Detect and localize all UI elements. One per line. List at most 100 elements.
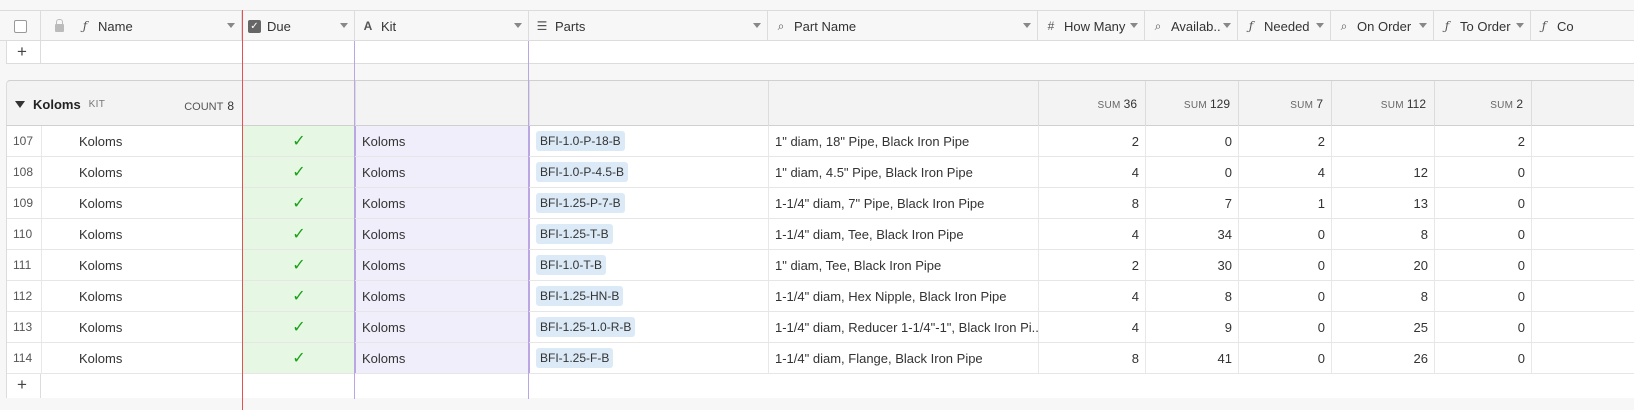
cell-parts[interactable]: BFI-1.25-F-B <box>530 343 769 373</box>
cell-due[interactable]: ✓ <box>243 281 356 311</box>
table-row[interactable]: 112 Koloms ✓ Koloms BFI-1.25-HN-B 1-1/4" diam… <box>7 281 1634 312</box>
cell-due[interactable]: ✓ <box>243 188 356 218</box>
cell-to-order[interactable]: 0 <box>1435 312 1532 342</box>
checkmark-icon[interactable]: ✓ <box>292 317 305 337</box>
chevron-down-icon[interactable] <box>1023 23 1031 28</box>
checkmark-icon[interactable]: ✓ <box>292 193 305 213</box>
chevron-down-icon[interactable] <box>514 23 522 28</box>
column-header-to-order[interactable]: ƒ To Order <box>1434 11 1531 41</box>
cell-available[interactable]: 9 <box>1146 312 1239 342</box>
column-header-kit[interactable]: A Kit <box>355 11 529 41</box>
cell-how-many[interactable]: 2 <box>1039 250 1146 280</box>
column-header-name[interactable]: ƒ Name <box>41 11 242 41</box>
cell-available[interactable]: 41 <box>1146 343 1239 373</box>
cell-name[interactable]: Koloms <box>42 157 243 187</box>
select-all-cell[interactable] <box>0 11 41 41</box>
cell-to-order[interactable]: 0 <box>1435 219 1532 249</box>
cell-due[interactable]: ✓ <box>243 312 356 342</box>
cell-more[interactable] <box>1532 343 1634 373</box>
chevron-down-icon[interactable] <box>753 23 761 28</box>
cell-more[interactable] <box>1532 281 1634 311</box>
linked-record-chip[interactable]: BFI-1.25-F-B <box>536 348 614 368</box>
column-header-available[interactable]: ⌕ Availab.. <box>1145 11 1238 41</box>
table-row[interactable]: 109 Koloms ✓ Koloms BFI-1.25-P-7-B 1-1/4" dia… <box>7 188 1634 219</box>
checkmark-icon[interactable]: ✓ <box>292 255 305 275</box>
cell-parts[interactable]: BFI-1.25-T-B <box>530 219 769 249</box>
cell-due[interactable]: ✓ <box>243 343 356 373</box>
cell-name[interactable]: Koloms <box>42 312 243 342</box>
cell-available[interactable]: 8 <box>1146 281 1239 311</box>
cell-available[interactable]: 0 <box>1146 157 1239 187</box>
plus-icon[interactable]: + <box>17 42 27 62</box>
cell-part-name[interactable]: 1" diam, 18" Pipe, Black Iron Pipe <box>769 126 1039 156</box>
cell-parts[interactable]: BFI-1.25-HN-B <box>530 281 769 311</box>
chevron-down-icon[interactable] <box>1419 23 1427 28</box>
cell-to-order[interactable]: 2 <box>1435 126 1532 156</box>
cell-available[interactable]: 30 <box>1146 250 1239 280</box>
cell-how-many[interactable]: 8 <box>1039 188 1146 218</box>
cell-how-many[interactable]: 4 <box>1039 157 1146 187</box>
cell-name[interactable]: Koloms <box>42 126 243 156</box>
cell-part-name[interactable]: 1-1/4" diam, Tee, Black Iron Pipe <box>769 219 1039 249</box>
cell-to-order[interactable]: 0 <box>1435 157 1532 187</box>
cell-name[interactable]: Koloms <box>42 188 243 218</box>
chevron-down-icon[interactable] <box>1516 23 1524 28</box>
table-row[interactable]: 111 Koloms ✓ Koloms BFI-1.0-T-B 1" diam, Tee,… <box>7 250 1634 281</box>
linked-record-chip[interactable]: BFI-1.0-P-4.5-B <box>536 162 629 182</box>
select-all-checkbox[interactable] <box>13 19 27 33</box>
frozen-column-divider[interactable] <box>242 10 243 410</box>
chevron-down-icon[interactable] <box>1130 23 1138 28</box>
cell-due[interactable]: ✓ <box>243 157 356 187</box>
cell-kit[interactable]: Koloms <box>356 219 530 249</box>
cell-needed[interactable]: 4 <box>1239 157 1332 187</box>
cell-more[interactable] <box>1532 250 1634 280</box>
table-row[interactable]: 110 Koloms ✓ Koloms BFI-1.25-T-B 1-1/4" diam,… <box>7 219 1634 250</box>
cell-to-order[interactable]: 0 <box>1435 343 1532 373</box>
chevron-down-icon[interactable] <box>1223 23 1231 28</box>
cell-on-order[interactable] <box>1332 126 1435 156</box>
table-row[interactable]: 108 Koloms ✓ Koloms BFI-1.0-P-4.5-B 1" diam, … <box>7 157 1634 188</box>
cell-available[interactable]: 7 <box>1146 188 1239 218</box>
column-header-parts[interactable]: ☰ Parts <box>529 11 768 41</box>
cell-kit[interactable]: Koloms <box>356 157 530 187</box>
cell-more[interactable] <box>1532 312 1634 342</box>
linked-record-chip[interactable]: BFI-1.25-T-B <box>536 224 613 244</box>
checkmark-icon[interactable]: ✓ <box>292 224 305 244</box>
cell-needed[interactable]: 0 <box>1239 281 1332 311</box>
cell-part-name[interactable]: 1-1/4" diam, Flange, Black Iron Pipe <box>769 343 1039 373</box>
linked-record-chip[interactable]: BFI-1.0-P-18-B <box>536 131 625 151</box>
table-row[interactable]: 114 Koloms ✓ Koloms BFI-1.25-F-B 1-1/4" diam,… <box>7 343 1634 374</box>
cell-how-many[interactable]: 2 <box>1039 126 1146 156</box>
cell-on-order[interactable]: 25 <box>1332 312 1435 342</box>
column-header-needed[interactable]: ƒ Needed <box>1238 11 1331 41</box>
column-header-due[interactable]: ✓ Due <box>242 11 355 41</box>
table-row[interactable]: 113 Koloms ✓ Koloms BFI-1.25-1.0-R-B 1-1/4" d… <box>7 312 1634 343</box>
cell-name[interactable]: Koloms <box>42 219 243 249</box>
linked-record-chip[interactable]: BFI-1.25-HN-B <box>536 286 624 306</box>
column-header-more[interactable]: ƒ Co <box>1531 11 1634 41</box>
cell-needed[interactable]: 0 <box>1239 219 1332 249</box>
cell-to-order[interactable]: 0 <box>1435 188 1532 218</box>
cell-how-many[interactable]: 4 <box>1039 281 1146 311</box>
table-row[interactable]: 107 Koloms ✓ Koloms BFI-1.0-P-18-B 1" diam, 1… <box>7 126 1634 157</box>
cell-parts[interactable]: BFI-1.0-P-4.5-B <box>530 157 769 187</box>
chevron-down-icon[interactable] <box>227 23 235 28</box>
checkmark-icon[interactable]: ✓ <box>292 162 305 182</box>
cell-due[interactable]: ✓ <box>243 219 356 249</box>
cell-part-name[interactable]: 1-1/4" diam, Hex Nipple, Black Iron Pipe <box>769 281 1039 311</box>
cell-part-name[interactable]: 1-1/4" diam, Reducer 1-1/4"-1", Black Ir… <box>769 312 1039 342</box>
cell-kit[interactable]: Koloms <box>356 312 530 342</box>
cell-to-order[interactable]: 0 <box>1435 281 1532 311</box>
chevron-down-icon[interactable] <box>340 23 348 28</box>
cell-needed[interactable]: 0 <box>1239 312 1332 342</box>
cell-parts[interactable]: BFI-1.25-1.0-R-B <box>530 312 769 342</box>
checkmark-icon[interactable]: ✓ <box>292 348 305 368</box>
cell-name[interactable]: Koloms <box>42 250 243 280</box>
cell-needed[interactable]: 2 <box>1239 126 1332 156</box>
cell-parts[interactable]: BFI-1.0-P-18-B <box>530 126 769 156</box>
cell-name[interactable]: Koloms <box>42 281 243 311</box>
cell-more[interactable] <box>1532 219 1634 249</box>
cell-part-name[interactable]: 1" diam, 4.5" Pipe, Black Iron Pipe <box>769 157 1039 187</box>
cell-parts[interactable]: BFI-1.0-T-B <box>530 250 769 280</box>
cell-on-order[interactable]: 20 <box>1332 250 1435 280</box>
